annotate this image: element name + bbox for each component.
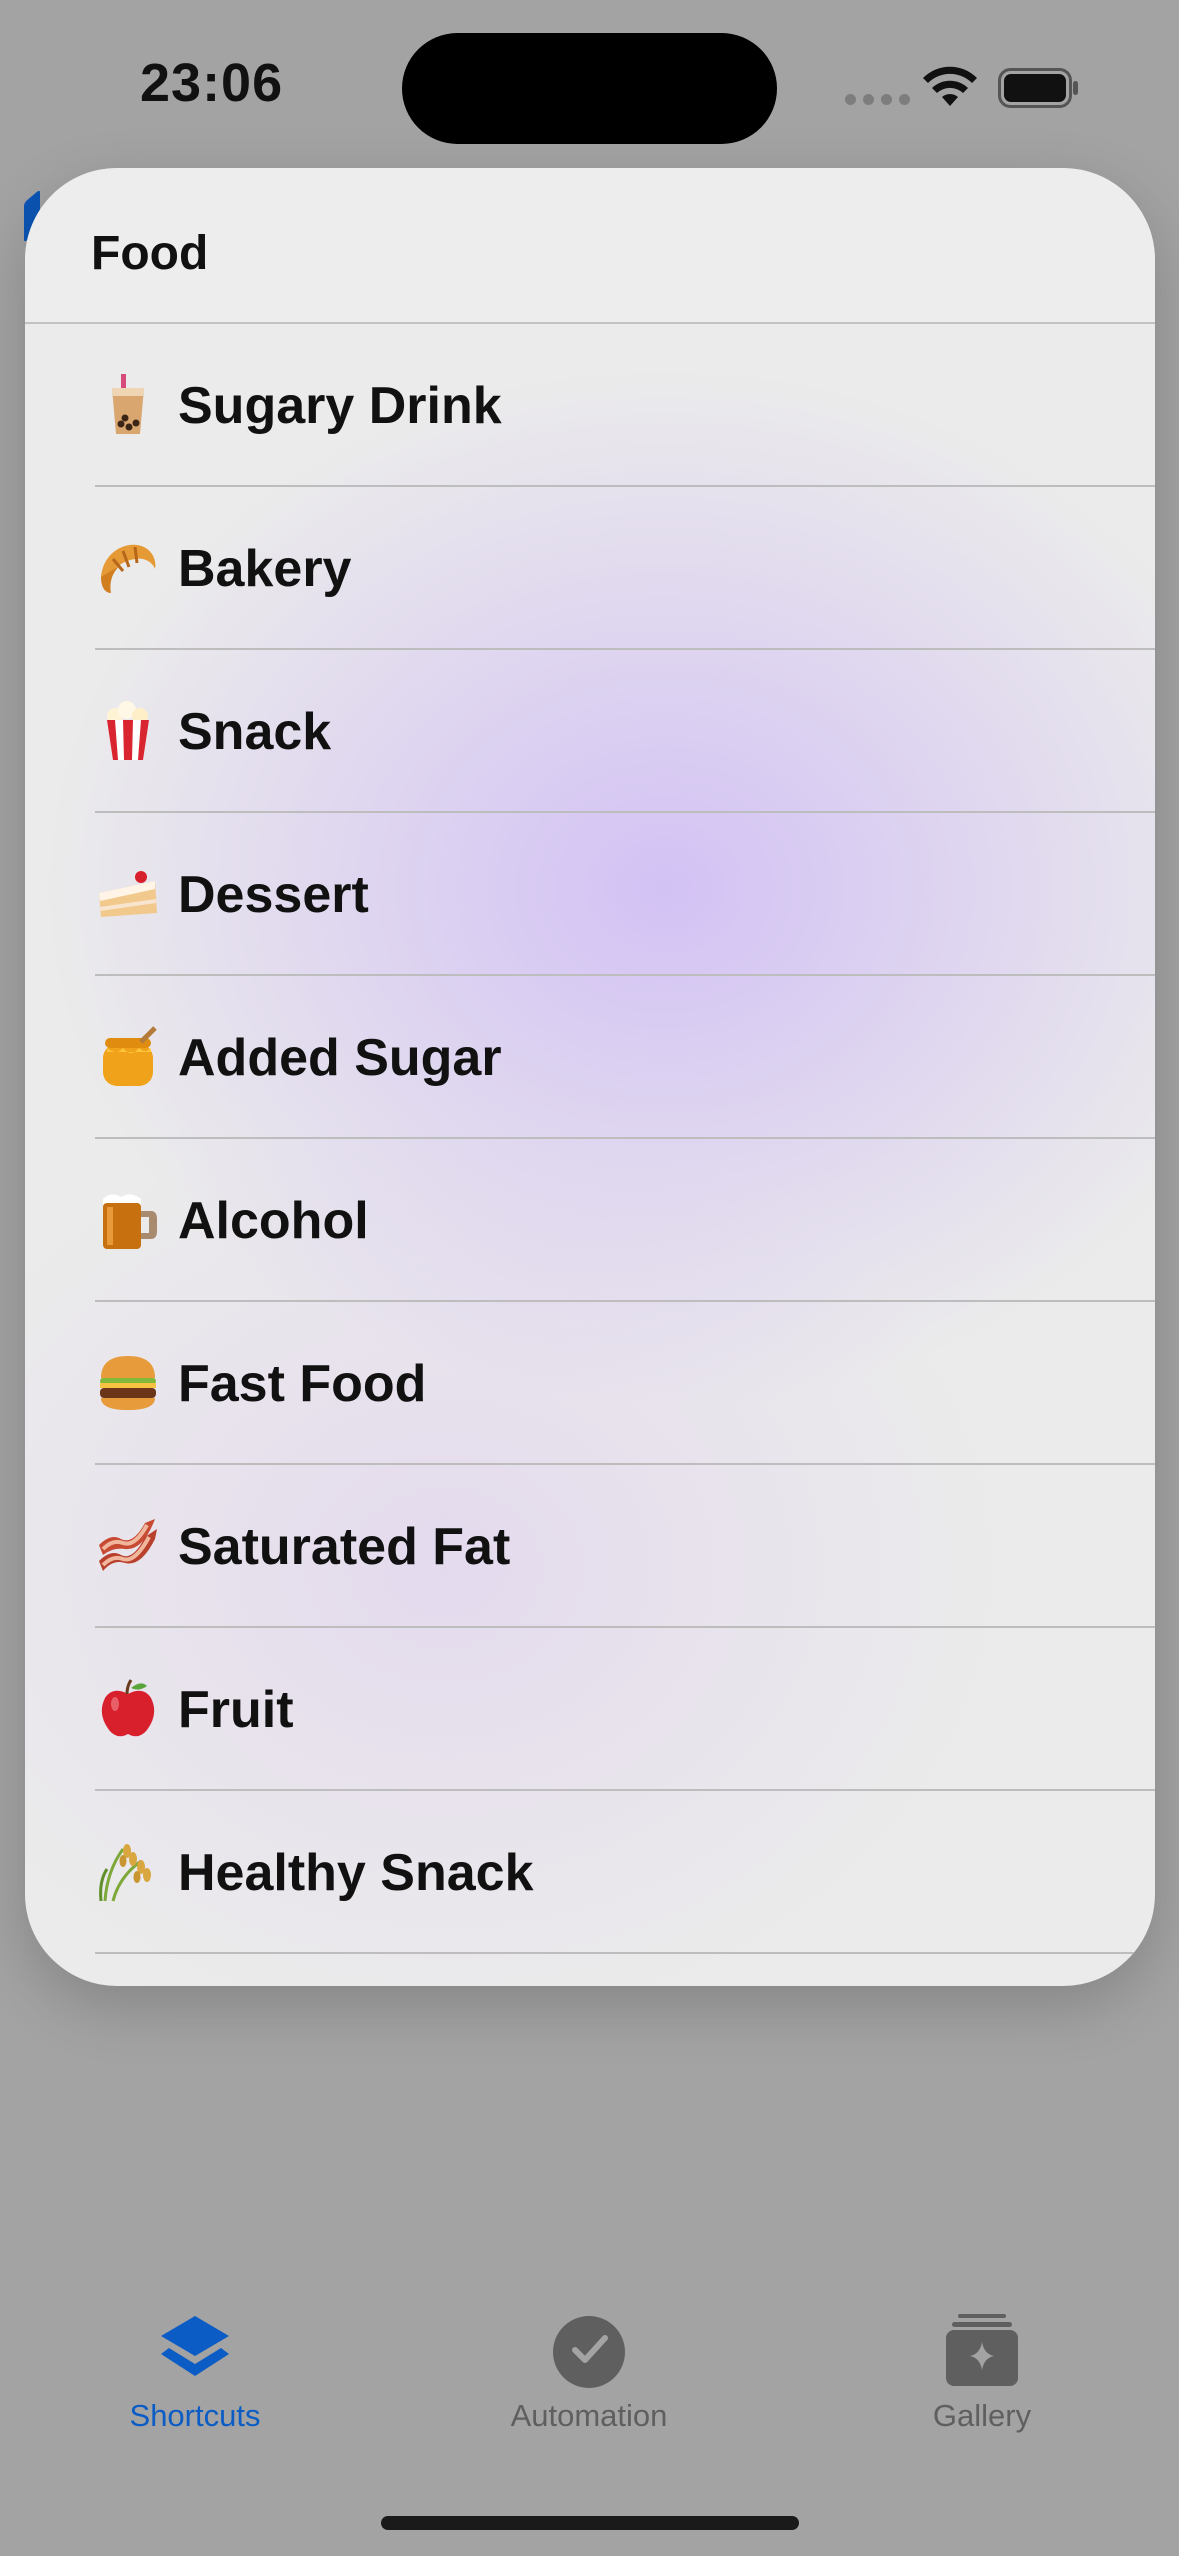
beer-mug-icon — [103, 1194, 157, 1249]
bubble-tea-icon — [112, 374, 144, 434]
honey-pot-icon — [103, 1026, 157, 1086]
menu-item-bakery[interactable]: Bakery — [25, 487, 1155, 650]
menu-item-fast-food[interactable]: Fast Food — [25, 1302, 1155, 1465]
menu-list: Sugary Drink Bakery Snack Dessert Added … — [25, 324, 1155, 1954]
popcorn-icon — [107, 701, 149, 760]
menu-item-dessert[interactable]: Dessert — [25, 813, 1155, 976]
tab-shortcuts[interactable]: Shortcuts — [75, 2310, 315, 2434]
battery-icon — [998, 68, 1078, 108]
food-menu: Food Sugary Drink Bakery Snack Dessert A… — [25, 168, 1155, 1986]
croissant-icon — [101, 544, 156, 593]
menu-item-label: Sugary Drink — [178, 377, 502, 435]
menu-item-label: Dessert — [178, 866, 369, 924]
menu-title: Food — [91, 227, 209, 280]
status-time: 23:06 — [140, 53, 284, 113]
cellular-signal-icon — [845, 94, 910, 105]
dynamic-island — [402, 33, 777, 144]
menu-item-added-sugar[interactable]: Added Sugar — [25, 976, 1155, 1139]
tab-label: Gallery — [932, 2398, 1032, 2433]
bacon-icon — [99, 1519, 157, 1571]
wifi-icon — [923, 66, 977, 106]
rice-stalk-icon — [99, 1844, 151, 1902]
clock-check-icon — [553, 2316, 625, 2388]
menu-item-label: Added Sugar — [178, 1029, 502, 1087]
menu-item-label: Snack — [178, 703, 332, 761]
menu-item-label: Saturated Fat — [178, 1518, 511, 1576]
tab-label: Automation — [510, 2398, 668, 2433]
cake-icon — [99, 871, 157, 917]
menu-item-healthy-snack[interactable]: Healthy Snack — [25, 1791, 1155, 1954]
hamburger-icon — [100, 1356, 156, 1410]
tab-label: Shortcuts — [129, 2398, 261, 2433]
tab-gallery[interactable]: Gallery — [862, 2310, 1102, 2434]
menu-item-label: Fast Food — [178, 1355, 427, 1413]
menu-item-sugary-drink[interactable]: Sugary Drink — [25, 324, 1155, 487]
apple-icon — [101, 1679, 155, 1737]
menu-item-fruit[interactable]: Fruit — [25, 1628, 1155, 1791]
menu-item-label: Healthy Snack — [178, 1844, 534, 1902]
menu-item-label: Alcohol — [178, 1192, 369, 1250]
menu-item-label: Bakery — [178, 540, 352, 598]
menu-item-snack[interactable]: Snack — [25, 650, 1155, 813]
menu-item-saturated-fat[interactable]: Saturated Fat — [25, 1465, 1155, 1628]
menu-item-alcohol[interactable]: Alcohol — [25, 1139, 1155, 1302]
sparkle-stack-icon — [946, 2314, 1018, 2386]
menu-item-label: Fruit — [178, 1681, 294, 1739]
tab-automation[interactable]: Automation — [469, 2310, 709, 2434]
layers-icon — [161, 2316, 229, 2376]
home-indicator[interactable] — [381, 2516, 799, 2530]
menu-header: Food — [25, 168, 1155, 324]
